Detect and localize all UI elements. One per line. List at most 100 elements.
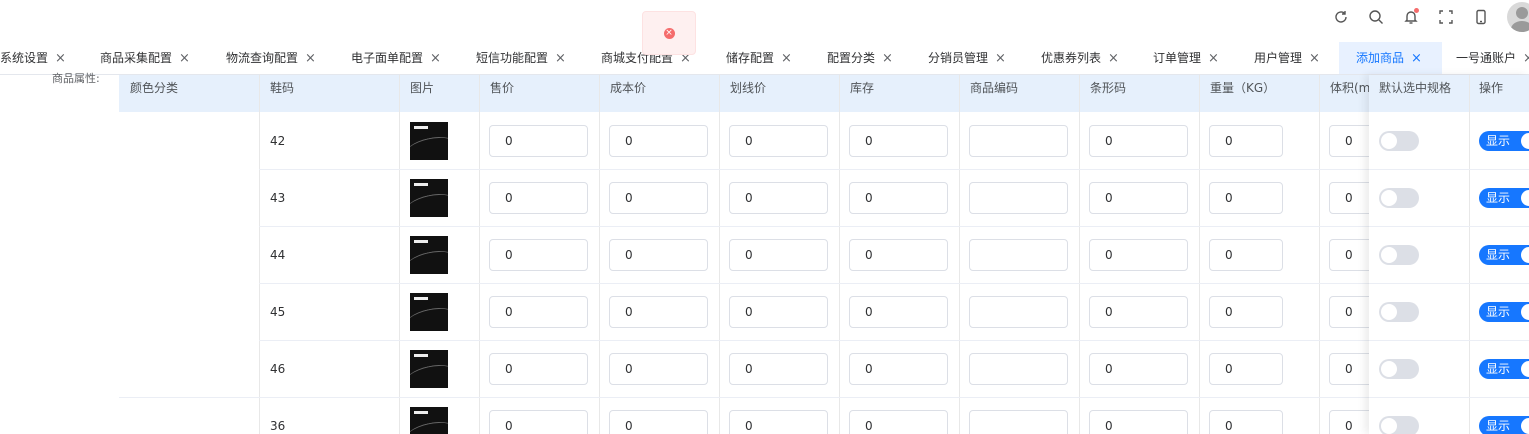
default-spec-switch[interactable] — [1379, 415, 1419, 434]
tab-1[interactable]: 商品采集配置 × — [100, 42, 202, 74]
tab-12[interactable]: 添加商品 × — [1339, 42, 1442, 74]
weight-input[interactable] — [1209, 124, 1283, 157]
weight-input[interactable] — [1209, 181, 1283, 214]
bell-icon[interactable] — [1401, 7, 1421, 27]
barcode-input[interactable] — [1089, 181, 1188, 214]
show-toggle[interactable]: 显示 — [1479, 187, 1529, 208]
show-toggle[interactable]: 显示 — [1479, 358, 1529, 379]
product-thumbnail[interactable] — [410, 121, 448, 160]
stock-input[interactable] — [849, 181, 948, 214]
close-icon[interactable]: × — [430, 42, 441, 74]
tab-10[interactable]: 订单管理 × — [1153, 42, 1231, 74]
cost-input[interactable] — [609, 409, 708, 434]
notification-dot — [1414, 8, 1419, 13]
table-header-fixed: 默认选中规格 操作 — [1369, 75, 1529, 112]
show-toggle[interactable]: 显示 — [1479, 415, 1529, 434]
default-spec-switch[interactable] — [1379, 187, 1419, 208]
weight-input[interactable] — [1209, 238, 1283, 271]
close-icon[interactable]: × — [305, 42, 316, 74]
weight-input[interactable] — [1209, 409, 1283, 434]
close-icon[interactable]: × — [1523, 42, 1529, 74]
close-icon[interactable]: × — [1208, 42, 1219, 74]
original-price-input[interactable] — [729, 409, 828, 434]
stock-input[interactable] — [849, 238, 948, 271]
show-toggle[interactable]: 显示 — [1479, 130, 1529, 151]
column-header: 鞋码 — [270, 81, 295, 95]
original-price-input[interactable] — [729, 181, 828, 214]
search-icon[interactable] — [1366, 7, 1386, 27]
original-price-input[interactable] — [729, 124, 828, 157]
default-spec-switch[interactable] — [1379, 130, 1419, 151]
weight-input[interactable] — [1209, 352, 1283, 385]
barcode-input[interactable] — [1089, 352, 1188, 385]
product-code-input[interactable] — [969, 295, 1068, 328]
barcode-input[interactable] — [1089, 238, 1188, 271]
default-spec-switch[interactable] — [1379, 301, 1419, 322]
product-code-input[interactable] — [969, 181, 1068, 214]
original-price-input[interactable] — [729, 295, 828, 328]
product-thumbnail[interactable] — [410, 292, 448, 331]
close-icon[interactable]: × — [882, 42, 893, 74]
barcode-input[interactable] — [1089, 295, 1188, 328]
tab-2[interactable]: 物流查询配置 × — [226, 42, 328, 74]
product-code-input[interactable] — [969, 124, 1068, 157]
row-divider — [1369, 283, 1529, 284]
price-input[interactable] — [489, 352, 588, 385]
tab-4[interactable]: 短信功能配置 × — [476, 42, 578, 74]
product-code-input[interactable] — [969, 352, 1068, 385]
tab-9[interactable]: 优惠券列表 × — [1041, 42, 1131, 74]
product-thumbnail[interactable] — [410, 178, 448, 217]
close-icon[interactable]: × — [1309, 42, 1320, 74]
original-price-input[interactable] — [729, 352, 828, 385]
original-price-input[interactable] — [729, 238, 828, 271]
default-spec-switch[interactable] — [1379, 358, 1419, 379]
stock-input[interactable] — [849, 352, 948, 385]
price-input[interactable] — [489, 409, 588, 434]
cost-input[interactable] — [609, 181, 708, 214]
avatar[interactable] — [1507, 2, 1529, 32]
product-code-input[interactable] — [969, 409, 1068, 434]
price-input[interactable] — [489, 181, 588, 214]
product-thumbnail[interactable] — [410, 406, 448, 434]
price-input[interactable] — [489, 295, 588, 328]
error-toast: × — [642, 11, 696, 55]
refresh-icon[interactable] — [1331, 7, 1351, 27]
tab-8[interactable]: 分销员管理 × — [928, 42, 1018, 74]
close-icon[interactable]: × — [555, 42, 566, 74]
cost-input[interactable] — [609, 124, 708, 157]
show-toggle[interactable]: 显示 — [1479, 301, 1529, 322]
price-input[interactable] — [489, 124, 588, 157]
mobile-icon[interactable] — [1471, 7, 1491, 27]
barcode-input[interactable] — [1089, 409, 1188, 434]
price-input[interactable] — [489, 238, 588, 271]
sku-table-fixed-right: 默认选中规格 操作 显示 显示 显示 显示 显示 显示 — [1369, 75, 1529, 434]
tab-13[interactable]: 一号通账户 × — [1456, 42, 1529, 74]
show-toggle[interactable]: 显示 — [1479, 244, 1529, 265]
cost-input[interactable] — [609, 352, 708, 385]
tab-7[interactable]: 配置分类 × — [827, 42, 905, 74]
close-icon[interactable]: × — [995, 42, 1006, 74]
close-icon[interactable]: × — [781, 42, 792, 74]
stock-input[interactable] — [849, 295, 948, 328]
product-thumbnail[interactable] — [410, 235, 448, 274]
product-thumbnail[interactable] — [410, 349, 448, 388]
column-divider — [479, 75, 480, 434]
close-icon[interactable]: × — [1108, 42, 1119, 74]
fullscreen-icon[interactable] — [1436, 7, 1456, 27]
tab-3[interactable]: 电子面单配置 × — [351, 42, 453, 74]
weight-input[interactable] — [1209, 295, 1283, 328]
close-icon[interactable]: × — [1411, 42, 1422, 74]
stock-input[interactable] — [849, 124, 948, 157]
row-divider — [1369, 397, 1529, 398]
stock-input[interactable] — [849, 409, 948, 434]
tab-11[interactable]: 用户管理 × — [1254, 42, 1332, 74]
tab-6[interactable]: 储存配置 × — [726, 42, 804, 74]
barcode-input[interactable] — [1089, 124, 1188, 157]
cost-input[interactable] — [609, 238, 708, 271]
product-code-input[interactable] — [969, 238, 1068, 271]
default-spec-switch[interactable] — [1379, 244, 1419, 265]
tab-label: 短信功能配置 — [476, 51, 549, 65]
close-icon[interactable]: × — [179, 42, 190, 74]
cost-input[interactable] — [609, 295, 708, 328]
column-header: 售价 — [490, 81, 515, 95]
